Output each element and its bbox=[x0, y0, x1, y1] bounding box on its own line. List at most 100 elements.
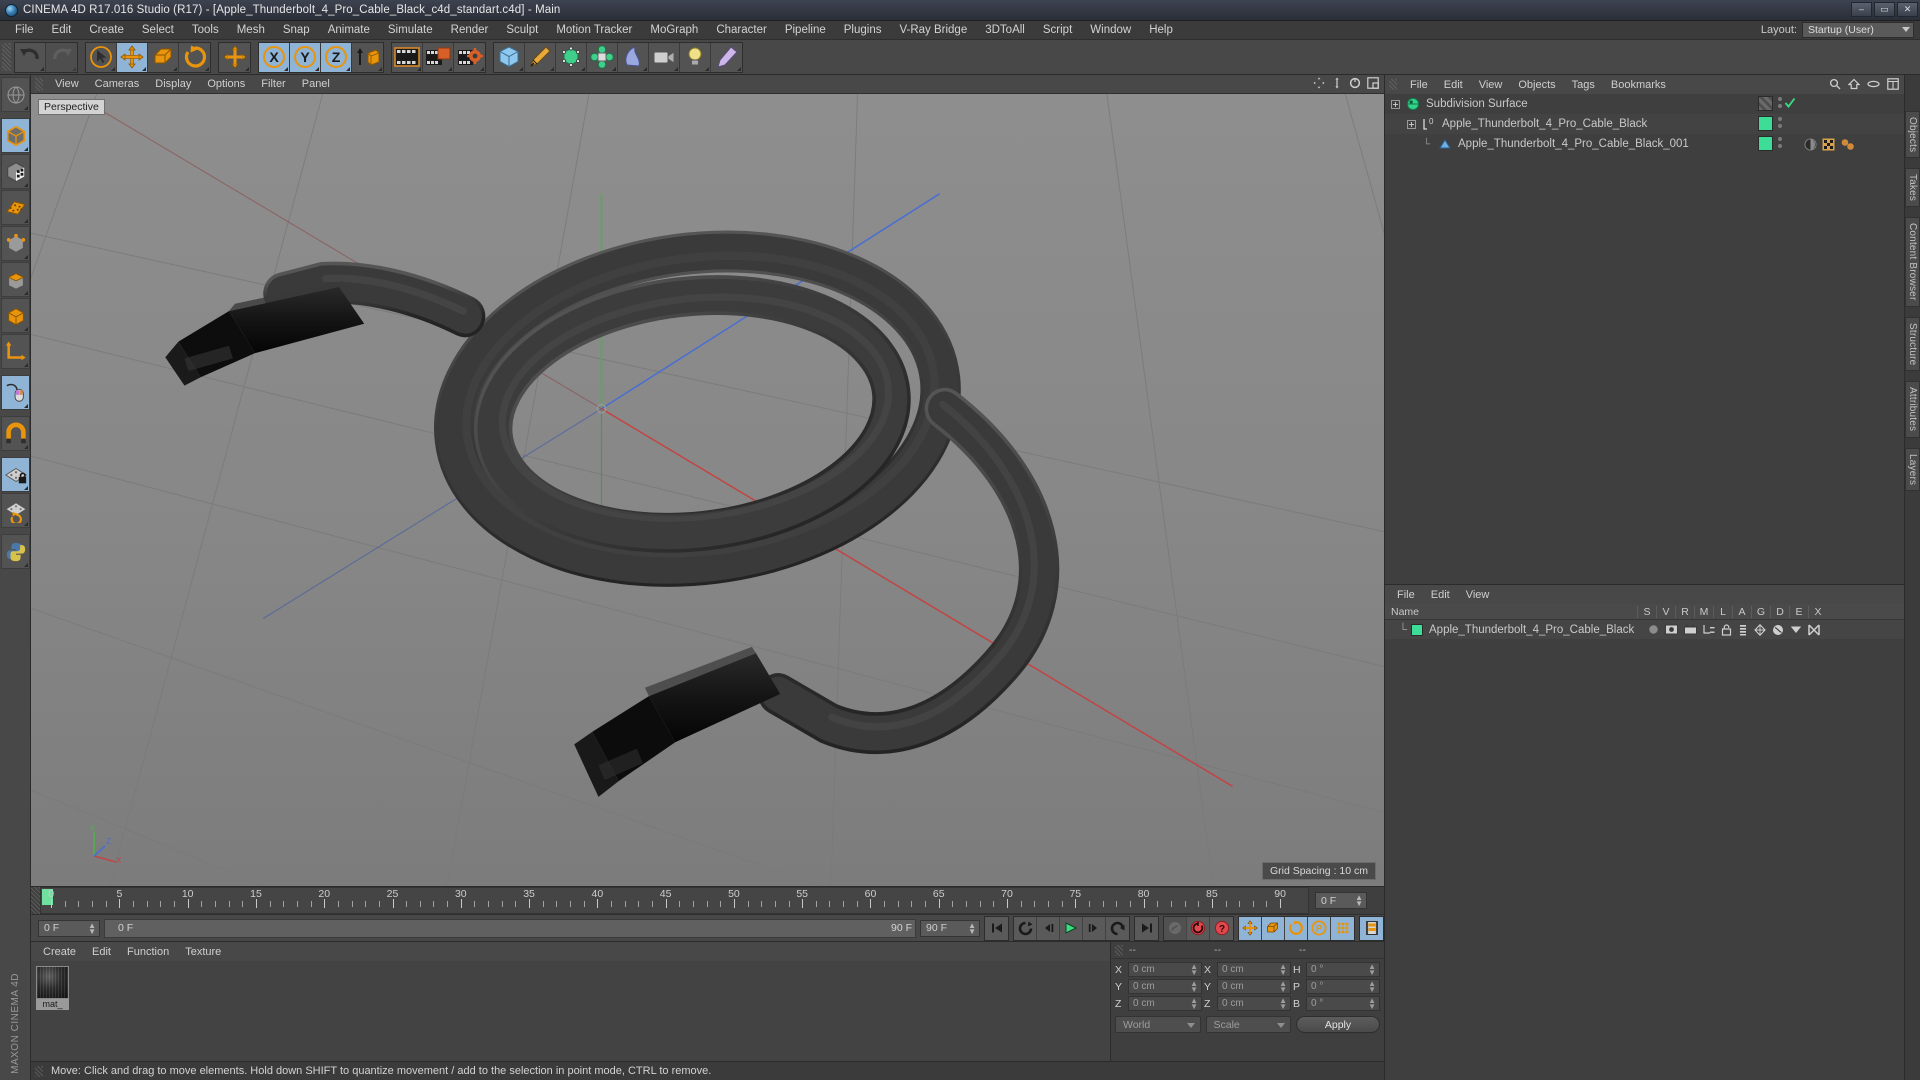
coord-mode-dropdown[interactable]: Scale bbox=[1205, 1016, 1291, 1033]
preview-range-bar[interactable]: 0 F 90 F bbox=[104, 918, 916, 938]
more-options-icon[interactable] bbox=[24, 363, 28, 367]
edges-mode-button[interactable] bbox=[1, 226, 30, 261]
spinner-icon[interactable]: ▲ ▼ bbox=[1355, 894, 1363, 908]
more-options-icon[interactable] bbox=[72, 66, 76, 71]
animation-icon[interactable] bbox=[1738, 624, 1748, 636]
layout-dropdown[interactable]: Startup (User) bbox=[1802, 22, 1914, 38]
more-options-icon[interactable] bbox=[24, 106, 28, 110]
layout-icon[interactable] bbox=[1887, 78, 1899, 90]
spinner-icon[interactable]: ▲ ▼ bbox=[1279, 980, 1287, 994]
coord-field-rotation-b[interactable]: 0 ° ▲ ▼ bbox=[1306, 996, 1380, 1011]
more-options-icon[interactable] bbox=[315, 66, 319, 71]
cube-primitive-button[interactable] bbox=[494, 42, 525, 72]
menu-item-animate[interactable]: Animate bbox=[319, 21, 379, 40]
generator-nurbs-button[interactable] bbox=[556, 42, 587, 72]
scale-tool-button[interactable] bbox=[148, 42, 179, 72]
more-options-icon[interactable] bbox=[480, 66, 484, 71]
more-options-icon[interactable] bbox=[448, 66, 452, 71]
selection-live-button[interactable] bbox=[86, 42, 117, 72]
more-options-icon[interactable] bbox=[378, 66, 382, 71]
visibility-dots-icon[interactable] bbox=[1778, 117, 1782, 134]
viewport-grip[interactable] bbox=[35, 77, 43, 91]
more-options-icon[interactable] bbox=[550, 66, 554, 71]
undo-view-button[interactable] bbox=[1, 77, 30, 112]
spinner-icon[interactable]: ▲ ▼ bbox=[1190, 980, 1198, 994]
object-tree[interactable]: Subdivision Surface 0 Apple_Thunderbolt_4_… bbox=[1385, 94, 1904, 584]
more-options-icon[interactable] bbox=[581, 66, 585, 71]
spinner-icon[interactable]: ▲ ▼ bbox=[968, 921, 976, 935]
spinner-icon[interactable]: ▲ ▼ bbox=[88, 921, 96, 935]
light-button[interactable] bbox=[680, 42, 711, 72]
keyframe-selection-button[interactable]: ? bbox=[1210, 916, 1233, 940]
step-back-keyframe-button[interactable] bbox=[1014, 916, 1037, 940]
timeline-toggle-button[interactable] bbox=[1360, 916, 1383, 940]
sculpt-button[interactable] bbox=[711, 42, 742, 72]
environment-button[interactable] bbox=[618, 42, 649, 72]
coord-field-rotation-h[interactable]: 0 ° ▲ ▼ bbox=[1306, 962, 1380, 977]
play-button[interactable] bbox=[1060, 916, 1083, 940]
polygons-mode-button[interactable] bbox=[1, 262, 30, 297]
spinner-icon[interactable]: ▲ ▼ bbox=[1190, 963, 1198, 977]
menu-item-mesh[interactable]: Mesh bbox=[228, 21, 274, 40]
vtab-layers[interactable]: Layers bbox=[1905, 447, 1920, 491]
expander-icon[interactable] bbox=[1391, 99, 1400, 109]
render-region-button[interactable] bbox=[423, 42, 454, 72]
ellipse-icon[interactable] bbox=[1867, 79, 1880, 89]
rotation-key-button[interactable] bbox=[1285, 916, 1308, 940]
timeline-current-frame[interactable]: 0 F ▲ ▼ bbox=[1315, 892, 1367, 909]
vtab-structure[interactable]: Structure bbox=[1905, 316, 1920, 372]
layer-menu-edit[interactable]: Edit bbox=[1423, 589, 1458, 601]
redo-button[interactable] bbox=[46, 42, 77, 72]
vtab-content-browser[interactable]: Content Browser bbox=[1905, 217, 1920, 307]
x-axis-button[interactable]: X bbox=[259, 42, 290, 72]
texture-mode-button[interactable] bbox=[1, 154, 30, 189]
object-row[interactable]: Subdivision Surface bbox=[1385, 94, 1904, 114]
more-options-icon[interactable] bbox=[346, 66, 350, 71]
material-tag-icon[interactable] bbox=[1804, 138, 1817, 151]
world-object-axis-button[interactable] bbox=[352, 42, 383, 72]
menu-item-character[interactable]: Character bbox=[707, 21, 776, 40]
layer-menu-view[interactable]: View bbox=[1458, 589, 1498, 601]
workplane-button[interactable] bbox=[1, 493, 30, 528]
more-options-icon[interactable] bbox=[173, 66, 177, 71]
more-options-icon[interactable] bbox=[24, 255, 28, 259]
material-menu-create[interactable]: Create bbox=[35, 946, 84, 958]
more-options-icon[interactable] bbox=[24, 219, 28, 223]
more-options-icon[interactable] bbox=[24, 327, 28, 331]
more-options-icon[interactable] bbox=[24, 291, 28, 295]
more-options-icon[interactable] bbox=[737, 66, 741, 71]
more-options-icon[interactable] bbox=[417, 66, 421, 71]
world-coord-button[interactable] bbox=[1, 334, 30, 369]
object-manager-grip[interactable] bbox=[1389, 79, 1397, 90]
menu-item-motion-tracker[interactable]: Motion Tracker bbox=[547, 21, 641, 40]
menu-item-snap[interactable]: Snap bbox=[274, 21, 319, 40]
viewport-menu-cameras[interactable]: Cameras bbox=[87, 75, 148, 94]
spinner-icon[interactable]: ▲ ▼ bbox=[1368, 963, 1376, 977]
visibility-dots-icon[interactable] bbox=[1778, 97, 1782, 114]
move-view-icon[interactable] bbox=[1313, 77, 1325, 89]
menu-item-tools[interactable]: Tools bbox=[183, 21, 228, 40]
search-icon[interactable] bbox=[1829, 78, 1841, 90]
move-active-button[interactable] bbox=[219, 42, 250, 72]
spinner-icon[interactable]: ▲ ▼ bbox=[1279, 963, 1287, 977]
spinner-icon[interactable]: ▲ ▼ bbox=[1368, 997, 1376, 1011]
object-color-swatch[interactable] bbox=[1758, 136, 1773, 151]
move-tool-button[interactable] bbox=[117, 42, 148, 72]
layer-row[interactable]: └ Apple_Thunderbolt_4_Pro_Cable_Black bbox=[1385, 620, 1904, 639]
go-to-start-button[interactable] bbox=[985, 916, 1008, 940]
check-icon[interactable] bbox=[1784, 97, 1796, 114]
object-menu-objects[interactable]: Objects bbox=[1510, 79, 1563, 91]
more-options-icon[interactable] bbox=[519, 66, 523, 71]
visibility-dots-icon[interactable] bbox=[1778, 137, 1782, 154]
more-options-icon[interactable] bbox=[24, 147, 28, 151]
viewport-menu-panel[interactable]: Panel bbox=[294, 75, 338, 94]
spinner-icon[interactable]: ▲ ▼ bbox=[1190, 997, 1198, 1011]
menu-item-render[interactable]: Render bbox=[442, 21, 498, 40]
more-options-icon[interactable] bbox=[142, 66, 146, 71]
menu-item-create[interactable]: Create bbox=[80, 21, 133, 40]
object-menu-edit[interactable]: Edit bbox=[1436, 79, 1471, 91]
viewport-menu-display[interactable]: Display bbox=[147, 75, 199, 94]
render-icon[interactable] bbox=[1684, 624, 1698, 635]
go-to-end-button[interactable] bbox=[1135, 916, 1158, 940]
loop-button[interactable] bbox=[1106, 916, 1129, 940]
